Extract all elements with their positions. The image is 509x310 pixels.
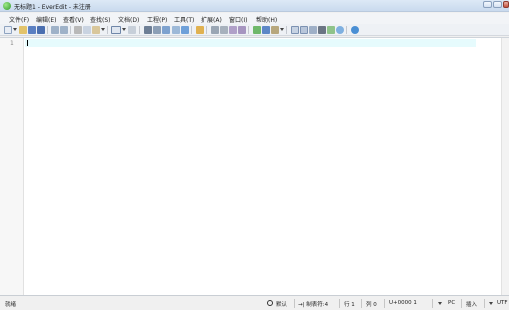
- redo-icon[interactable]: [60, 26, 68, 34]
- toolbar-separator: [248, 26, 249, 34]
- line-number-gutter: 1: [0, 38, 24, 296]
- menu-window[interactable]: 窗口(I): [229, 15, 247, 24]
- status-insert-mode[interactable]: 插入: [466, 300, 477, 308]
- menu-file[interactable]: 文件(F): [9, 15, 29, 24]
- compare-icon[interactable]: [309, 26, 317, 34]
- app-logo-icon: [3, 2, 11, 10]
- theme-icon[interactable]: [318, 26, 326, 34]
- tool-icon[interactable]: [253, 26, 261, 34]
- save-icon[interactable]: [28, 26, 36, 34]
- paste-icon[interactable]: [92, 26, 100, 34]
- panel-toggle-icon[interactable]: [327, 26, 335, 34]
- vertical-scrollbar[interactable]: [501, 38, 509, 296]
- record-macro-icon[interactable]: [229, 26, 237, 34]
- status-separator: [461, 299, 462, 308]
- menu-extensions[interactable]: 扩展(A): [201, 15, 222, 24]
- toolbar-separator: [346, 26, 347, 34]
- close-button[interactable]: [503, 1, 509, 8]
- status-separator: [484, 299, 485, 308]
- split-icon[interactable]: [300, 26, 308, 34]
- chevron-down-icon[interactable]: [489, 302, 493, 305]
- menu-bar: 文件(F) 编辑(E) 查看(V) 查找(S) 文档(D) 工程(P) 工具(T…: [0, 13, 509, 24]
- toolbar-separator: [107, 26, 108, 34]
- minimize-button[interactable]: [483, 1, 492, 8]
- syntax-mode-icon[interactable]: [267, 300, 273, 306]
- wrap-icon[interactable]: [211, 26, 219, 34]
- save-all-icon[interactable]: [37, 26, 45, 34]
- chevron-down-icon[interactable]: [13, 28, 17, 31]
- chevron-down-icon[interactable]: [280, 28, 284, 31]
- play-macro-icon[interactable]: [238, 26, 246, 34]
- copy-icon[interactable]: [83, 26, 91, 34]
- status-bar: 就绪 默认 →| 制表符:4 行 1 列 0 U+0000 1 PC 插入 UT…: [0, 295, 509, 310]
- view-mode-icon[interactable]: [111, 26, 121, 34]
- toolbar-separator: [191, 26, 192, 34]
- browser-icon[interactable]: [336, 26, 344, 34]
- column-icon[interactable]: [128, 26, 136, 34]
- open-icon[interactable]: [19, 26, 27, 34]
- cut-icon[interactable]: [74, 26, 82, 34]
- clip-icon[interactable]: [291, 26, 299, 34]
- chevron-down-icon[interactable]: [101, 28, 105, 31]
- new-file-icon[interactable]: [4, 26, 12, 34]
- find-icon[interactable]: [144, 26, 152, 34]
- status-separator: [339, 299, 340, 308]
- find-in-files-icon[interactable]: [162, 26, 170, 34]
- status-tab-width[interactable]: →| 制表符:4: [298, 300, 328, 308]
- whitespace-icon[interactable]: [220, 26, 228, 34]
- toolbar-separator: [47, 26, 48, 34]
- menu-tools[interactable]: 工具(T): [174, 15, 194, 24]
- menu-project[interactable]: 工程(P): [147, 15, 167, 24]
- status-ready: 就绪: [5, 302, 17, 308]
- chevron-down-icon[interactable]: [122, 28, 126, 31]
- goto-icon[interactable]: [172, 26, 180, 34]
- status-separator: [294, 299, 295, 308]
- title-bar: 无标题1 - EverEdit - 未注册: [0, 0, 509, 12]
- toolbar-separator: [206, 26, 207, 34]
- menu-document[interactable]: 文档(D): [118, 15, 139, 24]
- status-syntax-mode[interactable]: 默认: [276, 300, 287, 308]
- status-line-ending[interactable]: PC: [448, 300, 455, 306]
- replace-icon[interactable]: [153, 26, 161, 34]
- menu-search[interactable]: 查找(S): [90, 15, 111, 24]
- line-number: 1: [10, 40, 14, 47]
- toolbar-separator: [286, 26, 287, 34]
- window-title: 无标题1 - EverEdit - 未注册: [14, 4, 91, 11]
- menu-edit[interactable]: 编辑(E): [36, 15, 56, 24]
- status-row: 行 1: [344, 302, 355, 308]
- text-cursor: [27, 40, 28, 46]
- undo-icon[interactable]: [51, 26, 59, 34]
- outline-icon[interactable]: [271, 26, 279, 34]
- status-unicode: U+0000 1: [389, 300, 417, 306]
- menu-help[interactable]: 帮助(H): [256, 15, 277, 24]
- panel-icon[interactable]: [262, 26, 270, 34]
- status-separator: [384, 299, 385, 308]
- toolbar-separator: [70, 26, 71, 34]
- maximize-button[interactable]: [493, 1, 502, 8]
- status-separator: [361, 299, 362, 308]
- editor-area[interactable]: 1: [0, 37, 509, 296]
- bookmark-icon[interactable]: [181, 26, 189, 34]
- status-encoding[interactable]: UTF: [497, 300, 508, 306]
- chevron-down-icon[interactable]: [438, 302, 442, 305]
- status-column: 列 0: [366, 302, 377, 308]
- toolbar: [0, 24, 509, 36]
- status-separator: [432, 299, 433, 308]
- toolbar-separator: [139, 26, 140, 34]
- help-icon[interactable]: [351, 26, 359, 34]
- indent-icon[interactable]: [196, 26, 204, 34]
- menu-view[interactable]: 查看(V): [63, 15, 84, 24]
- current-line-highlight: [25, 39, 476, 47]
